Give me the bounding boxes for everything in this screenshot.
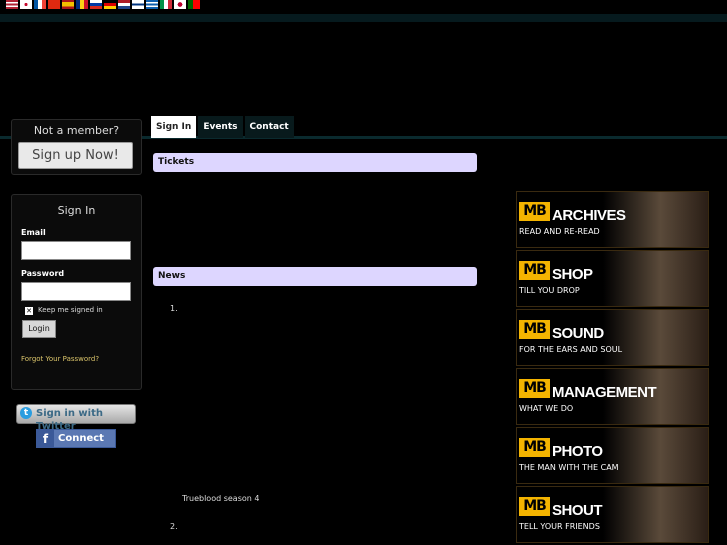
tab-contact[interactable]: Contact	[244, 116, 294, 138]
photo-banner[interactable]: MB PHOTO THE MAN WITH THE CAM	[516, 427, 709, 484]
forgot-password-link[interactable]: Forgot Your Password?	[21, 355, 99, 363]
ro-flag[interactable]	[76, 0, 88, 9]
fr-flag[interactable]	[34, 0, 46, 9]
facebook-connect-button[interactable]: f Connect	[36, 429, 116, 448]
shout-banner[interactable]: MB SHOUT TELL YOUR FRIENDS	[516, 486, 709, 543]
cn-flag[interactable]	[48, 0, 60, 9]
mb-logo: MB	[519, 438, 550, 457]
banner-title: PHOTO	[552, 443, 603, 460]
es-flag[interactable]	[62, 0, 74, 9]
banner-title: SOUND	[552, 325, 604, 342]
shop-banner[interactable]: MB SHOP TILL YOU DROP	[516, 250, 709, 307]
keep-signed-label: Keep me signed in	[38, 306, 103, 314]
mb-logo: MB	[519, 261, 550, 280]
us-flag[interactable]	[6, 0, 18, 9]
password-field[interactable]	[21, 282, 131, 301]
de-flag[interactable]	[104, 0, 116, 9]
banner-subtitle: TELL YOUR FRIENDS	[519, 522, 600, 531]
signin-title: Sign In	[57, 204, 96, 217]
mb-logo: MB	[519, 202, 550, 221]
archives-banner[interactable]: MB ARCHIVES READ AND RE-READ	[516, 191, 709, 248]
nl-flag[interactable]	[118, 0, 130, 9]
top-band	[0, 14, 727, 22]
email-field[interactable]	[21, 241, 131, 260]
banner-title: SHOUT	[552, 502, 603, 519]
not-member-text: Not a member?	[33, 124, 120, 137]
banner-title: ARCHIVES	[552, 207, 626, 224]
email-label: Email	[21, 228, 46, 237]
jp-flag[interactable]	[174, 0, 186, 9]
mb-logo: MB	[519, 379, 550, 398]
banner-title: MANAGEMENT	[552, 384, 657, 401]
sound-banner[interactable]: MB SOUND FOR THE EARS AND SOUL	[516, 309, 709, 366]
ru-flag[interactable]	[90, 0, 102, 9]
twitter-icon: t	[20, 407, 32, 419]
facebook-label: Connect	[58, 433, 104, 444]
mb-logo: MB	[519, 320, 550, 339]
mb-logo: MB	[519, 497, 550, 516]
banner-subtitle: WHAT WE DO	[519, 404, 574, 413]
keep-signed-checkbox[interactable]: ✕	[25, 307, 33, 315]
banner-subtitle: READ AND RE-READ	[519, 227, 600, 236]
banner-subtitle: TILL YOU DROP	[519, 286, 580, 295]
news-header: News	[153, 267, 477, 286]
facebook-icon: f	[37, 430, 54, 447]
twitter-signin-button[interactable]: t Sign in with Twitter	[16, 404, 136, 432]
pt-flag[interactable]	[188, 0, 200, 9]
nav-tabs: Sign In Events Contact	[151, 116, 296, 138]
tab-sign-in[interactable]: Sign In	[151, 116, 197, 138]
password-label: Password	[21, 269, 65, 278]
tickets-header: Tickets	[153, 153, 477, 172]
not-member-box: Not a member? Sign up Now!	[11, 119, 142, 175]
banner-title: SHOP	[552, 266, 593, 283]
it-flag[interactable]	[160, 0, 172, 9]
management-banner[interactable]: MB MANAGEMENT WHAT WE DO	[516, 368, 709, 425]
banner-subtitle: FOR THE EARS AND SOUL	[519, 345, 623, 354]
news-item-1-title[interactable]: Trueblood season 4	[182, 494, 259, 503]
tab-events[interactable]: Events	[198, 116, 243, 138]
gr-flag[interactable]	[146, 0, 158, 9]
kr-flag[interactable]	[20, 0, 32, 9]
news-item-1-number: 1.	[170, 304, 178, 313]
fi-flag[interactable]	[132, 0, 144, 9]
language-flags	[6, 0, 200, 10]
news-item-2-number: 2.	[170, 522, 178, 531]
login-button[interactable]: Login	[22, 320, 56, 338]
banner-subtitle: THE MAN WITH THE CAM	[519, 463, 619, 472]
signin-box: Sign In Email Password ✕ Keep me signed …	[11, 194, 142, 390]
signup-button[interactable]: Sign up Now!	[18, 142, 133, 169]
